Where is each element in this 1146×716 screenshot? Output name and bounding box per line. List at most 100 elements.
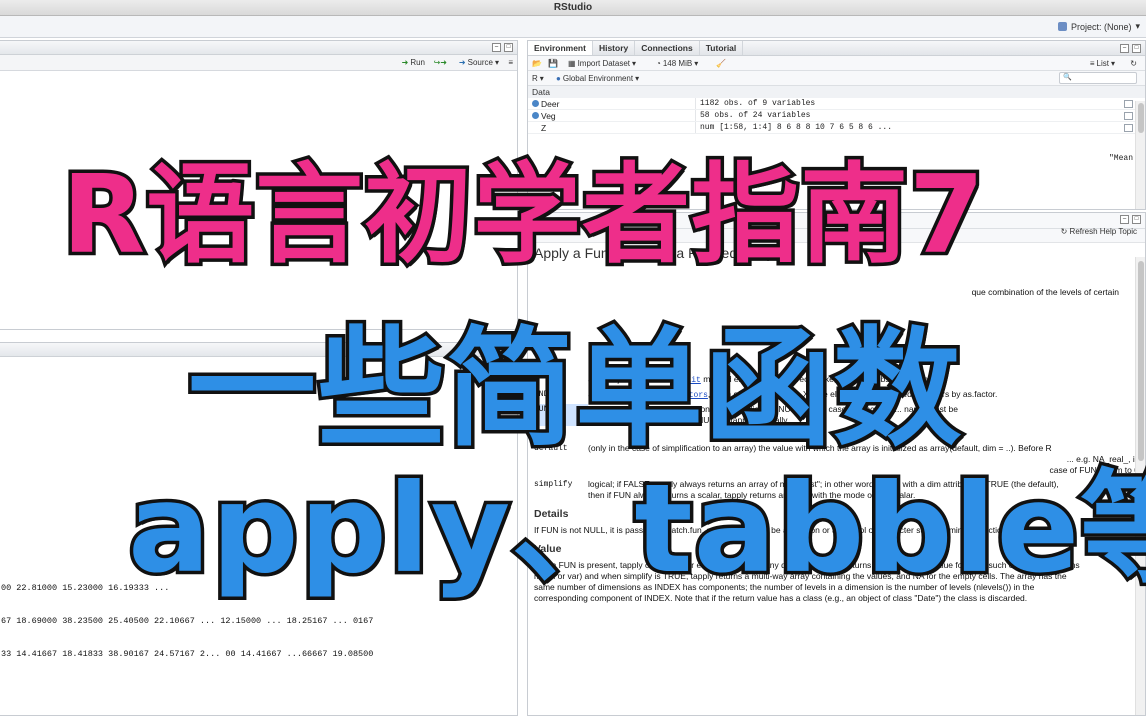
expand-icon[interactable] bbox=[532, 112, 539, 119]
open-icon[interactable]: 📂 bbox=[532, 58, 542, 70]
run-icon: ➜ bbox=[402, 57, 409, 69]
source-pane-header: – □ bbox=[0, 41, 517, 55]
console-output[interactable]: 00 22.81000 15.23000 16.19333 ... 67 18.… bbox=[0, 357, 517, 686]
table-row[interactable]: Z num [1:58, 1:4] 8 6 8 8 10 7 6 5 8 6 .… bbox=[528, 122, 1145, 134]
language-label: R bbox=[532, 73, 538, 85]
link-factors[interactable]: factors bbox=[674, 391, 708, 400]
memory-usage-label: 148 MiB bbox=[663, 58, 692, 70]
arg-desc: an R object for which a bbox=[588, 374, 677, 384]
chevron-down-icon: ▾ bbox=[1135, 21, 1140, 32]
env-grid: Data Deer 1182 obs. of 9 variables Veg 5… bbox=[528, 86, 1145, 134]
console-line: 67 18.69000 38.23500 25.40500 22.10667 .… bbox=[1, 616, 515, 627]
import-dataset-label: Import Dataset bbox=[578, 58, 630, 70]
grid-icon[interactable] bbox=[1124, 100, 1133, 108]
var-name: Deer bbox=[541, 98, 559, 110]
arg-name: FUN bbox=[534, 404, 588, 426]
help-content: Apply a Function Over a Ragged Array que… bbox=[528, 243, 1145, 604]
console-line: 33 14.41667 18.41833 38.90167 24.57167 2… bbox=[1, 649, 515, 660]
help-scrollbar[interactable] bbox=[1135, 257, 1145, 715]
source-button[interactable]: ➜ Source ▾ bbox=[459, 57, 499, 69]
broom-icon[interactable]: 🧹 bbox=[716, 58, 726, 70]
grid-icon[interactable] bbox=[1124, 124, 1133, 132]
var-value: 1182 obs. of 9 variables bbox=[696, 98, 815, 109]
project-icon bbox=[1058, 22, 1067, 31]
value-text: When FUN is present, tapply calls FUN fo… bbox=[534, 560, 1139, 571]
scope-select[interactable]: ● Global Environment ▾ bbox=[556, 73, 639, 85]
project-menu[interactable]: Project: (None) ▾ bbox=[1058, 21, 1140, 32]
rerun-button[interactable]: ↪➜ bbox=[434, 57, 447, 69]
grid-icon[interactable] bbox=[1124, 112, 1133, 120]
refresh-help-button[interactable]: ↻ Refresh Help Topic bbox=[1061, 227, 1137, 236]
table-row[interactable]: Deer 1182 obs. of 9 variables bbox=[528, 98, 1145, 110]
value-text: mean or var) and when simplify is TRUE, … bbox=[534, 571, 1139, 582]
env-scope-bar: R ▾ ● Global Environment ▾ 🔍 bbox=[528, 71, 1145, 86]
save-icon[interactable]: 💾 bbox=[548, 58, 558, 70]
refresh-icon[interactable]: ↻ bbox=[1130, 58, 1137, 70]
maximize-icon[interactable]: □ bbox=[1132, 44, 1141, 53]
rerun-icon: ↪➜ bbox=[434, 57, 447, 69]
help-address: er a Ragged bbox=[528, 229, 1145, 243]
env-section-data: Data bbox=[528, 86, 1145, 98]
minimize-icon[interactable]: – bbox=[1120, 44, 1129, 53]
value-text: corresponding component of INDEX. Note t… bbox=[534, 593, 1139, 604]
outline-icon[interactable]: ≡ bbox=[508, 57, 513, 69]
help-pane: – □ ↻ Refresh Help Topic er a Ragged App… bbox=[527, 212, 1146, 716]
arg-desc: backquoted ... In the case of NULL ... t… bbox=[588, 415, 1139, 426]
source-label: Source bbox=[468, 57, 493, 69]
refresh-help-label: Refresh Help Topic bbox=[1070, 227, 1137, 236]
help-title: Apply a Function Over a Ragged Array bbox=[534, 248, 1139, 259]
help-desc-tail: que combination of the levels of certain bbox=[534, 287, 1139, 298]
arg-desc: ... e.g. NA_real_, is bbox=[588, 454, 1139, 465]
var-name: Veg bbox=[541, 110, 556, 122]
minimize-icon[interactable]: – bbox=[492, 345, 501, 354]
arg-index: INDEX a list of one or more factors, eac… bbox=[534, 389, 1139, 401]
source-pane: – □ ➜ Run ↪➜ ➜ Source ▾ ≡ bbox=[0, 40, 518, 330]
arg-x: X an R object for which a split method e… bbox=[534, 374, 1139, 386]
chevron-down-icon: ▾ bbox=[1111, 58, 1115, 70]
import-dataset-button[interactable]: ▦ Import Dataset ▾ bbox=[568, 58, 636, 70]
search-icon: 🔍 bbox=[1063, 74, 1072, 81]
table-row[interactable]: Veg 58 obs. of 24 variables bbox=[528, 110, 1145, 122]
scroll-thumb[interactable] bbox=[1138, 103, 1144, 133]
refresh-icon: ↻ bbox=[1061, 227, 1068, 236]
env-tabs: Environment History Connections Tutorial… bbox=[528, 41, 1145, 56]
run-label: Run bbox=[410, 57, 425, 69]
minimize-icon[interactable]: – bbox=[492, 43, 501, 52]
details-text: If FUN is not NULL, it is passed to matc… bbox=[534, 525, 1139, 536]
tab-tutorial[interactable]: Tutorial bbox=[700, 41, 744, 55]
pie-icon: ◔ bbox=[656, 58, 661, 70]
chevron-down-icon: ▾ bbox=[495, 57, 499, 69]
tab-environment[interactable]: Environment bbox=[528, 41, 593, 55]
maximize-icon[interactable]: □ bbox=[504, 345, 513, 354]
env-toolbar: 📂 💾 ▦ Import Dataset ▾ ◔ 148 MiB ▾ 🧹 ≡ L… bbox=[528, 56, 1145, 71]
console-line: 00 22.81000 15.23000 16.19333 ... bbox=[1, 583, 515, 594]
env-scrollbar[interactable] bbox=[1135, 101, 1145, 209]
chevron-down-icon: ▾ bbox=[632, 58, 636, 70]
view-mode-button[interactable]: ≡ List ▾ bbox=[1090, 58, 1115, 70]
minimize-icon[interactable]: – bbox=[1120, 215, 1129, 224]
arg-desc: a function (or name of a function) to be… bbox=[588, 404, 1139, 415]
expand-icon[interactable] bbox=[532, 100, 539, 107]
tab-connections[interactable]: Connections bbox=[635, 41, 699, 55]
scroll-thumb[interactable] bbox=[1138, 261, 1144, 461]
arg-simplify: simplify logical; if FALSE, tapply alway… bbox=[534, 479, 1139, 501]
list-icon: ≡ bbox=[1090, 58, 1095, 70]
maximize-icon[interactable]: □ bbox=[1132, 215, 1141, 224]
memory-usage-button[interactable]: ◔ 148 MiB ▾ bbox=[656, 58, 698, 70]
help-toolbar: – □ ↻ Refresh Help Topic bbox=[528, 213, 1145, 229]
tab-history[interactable]: History bbox=[593, 41, 635, 55]
view-mode-label: List bbox=[1097, 58, 1109, 70]
console-pane: – □ 00 22.81000 15.23000 16.19333 ... 67… bbox=[0, 342, 518, 716]
language-select[interactable]: R ▾ bbox=[532, 73, 544, 85]
source-icon: ➜ bbox=[459, 57, 466, 69]
project-bar: Project: (None) ▾ bbox=[0, 16, 1146, 38]
run-button[interactable]: ➜ Run bbox=[402, 57, 425, 69]
maximize-icon[interactable]: □ bbox=[504, 43, 513, 52]
link-split[interactable]: split bbox=[677, 376, 701, 385]
chevron-down-icon: ▾ bbox=[694, 58, 698, 70]
link-list[interactable]: list bbox=[595, 391, 614, 400]
arg-desc: (only in the case of simplification to a… bbox=[588, 443, 1139, 454]
arg-name: X bbox=[534, 374, 588, 386]
env-search-input[interactable]: 🔍 bbox=[1059, 72, 1137, 84]
source-toolbar: ➜ Run ↪➜ ➜ Source ▾ ≡ bbox=[0, 55, 517, 71]
